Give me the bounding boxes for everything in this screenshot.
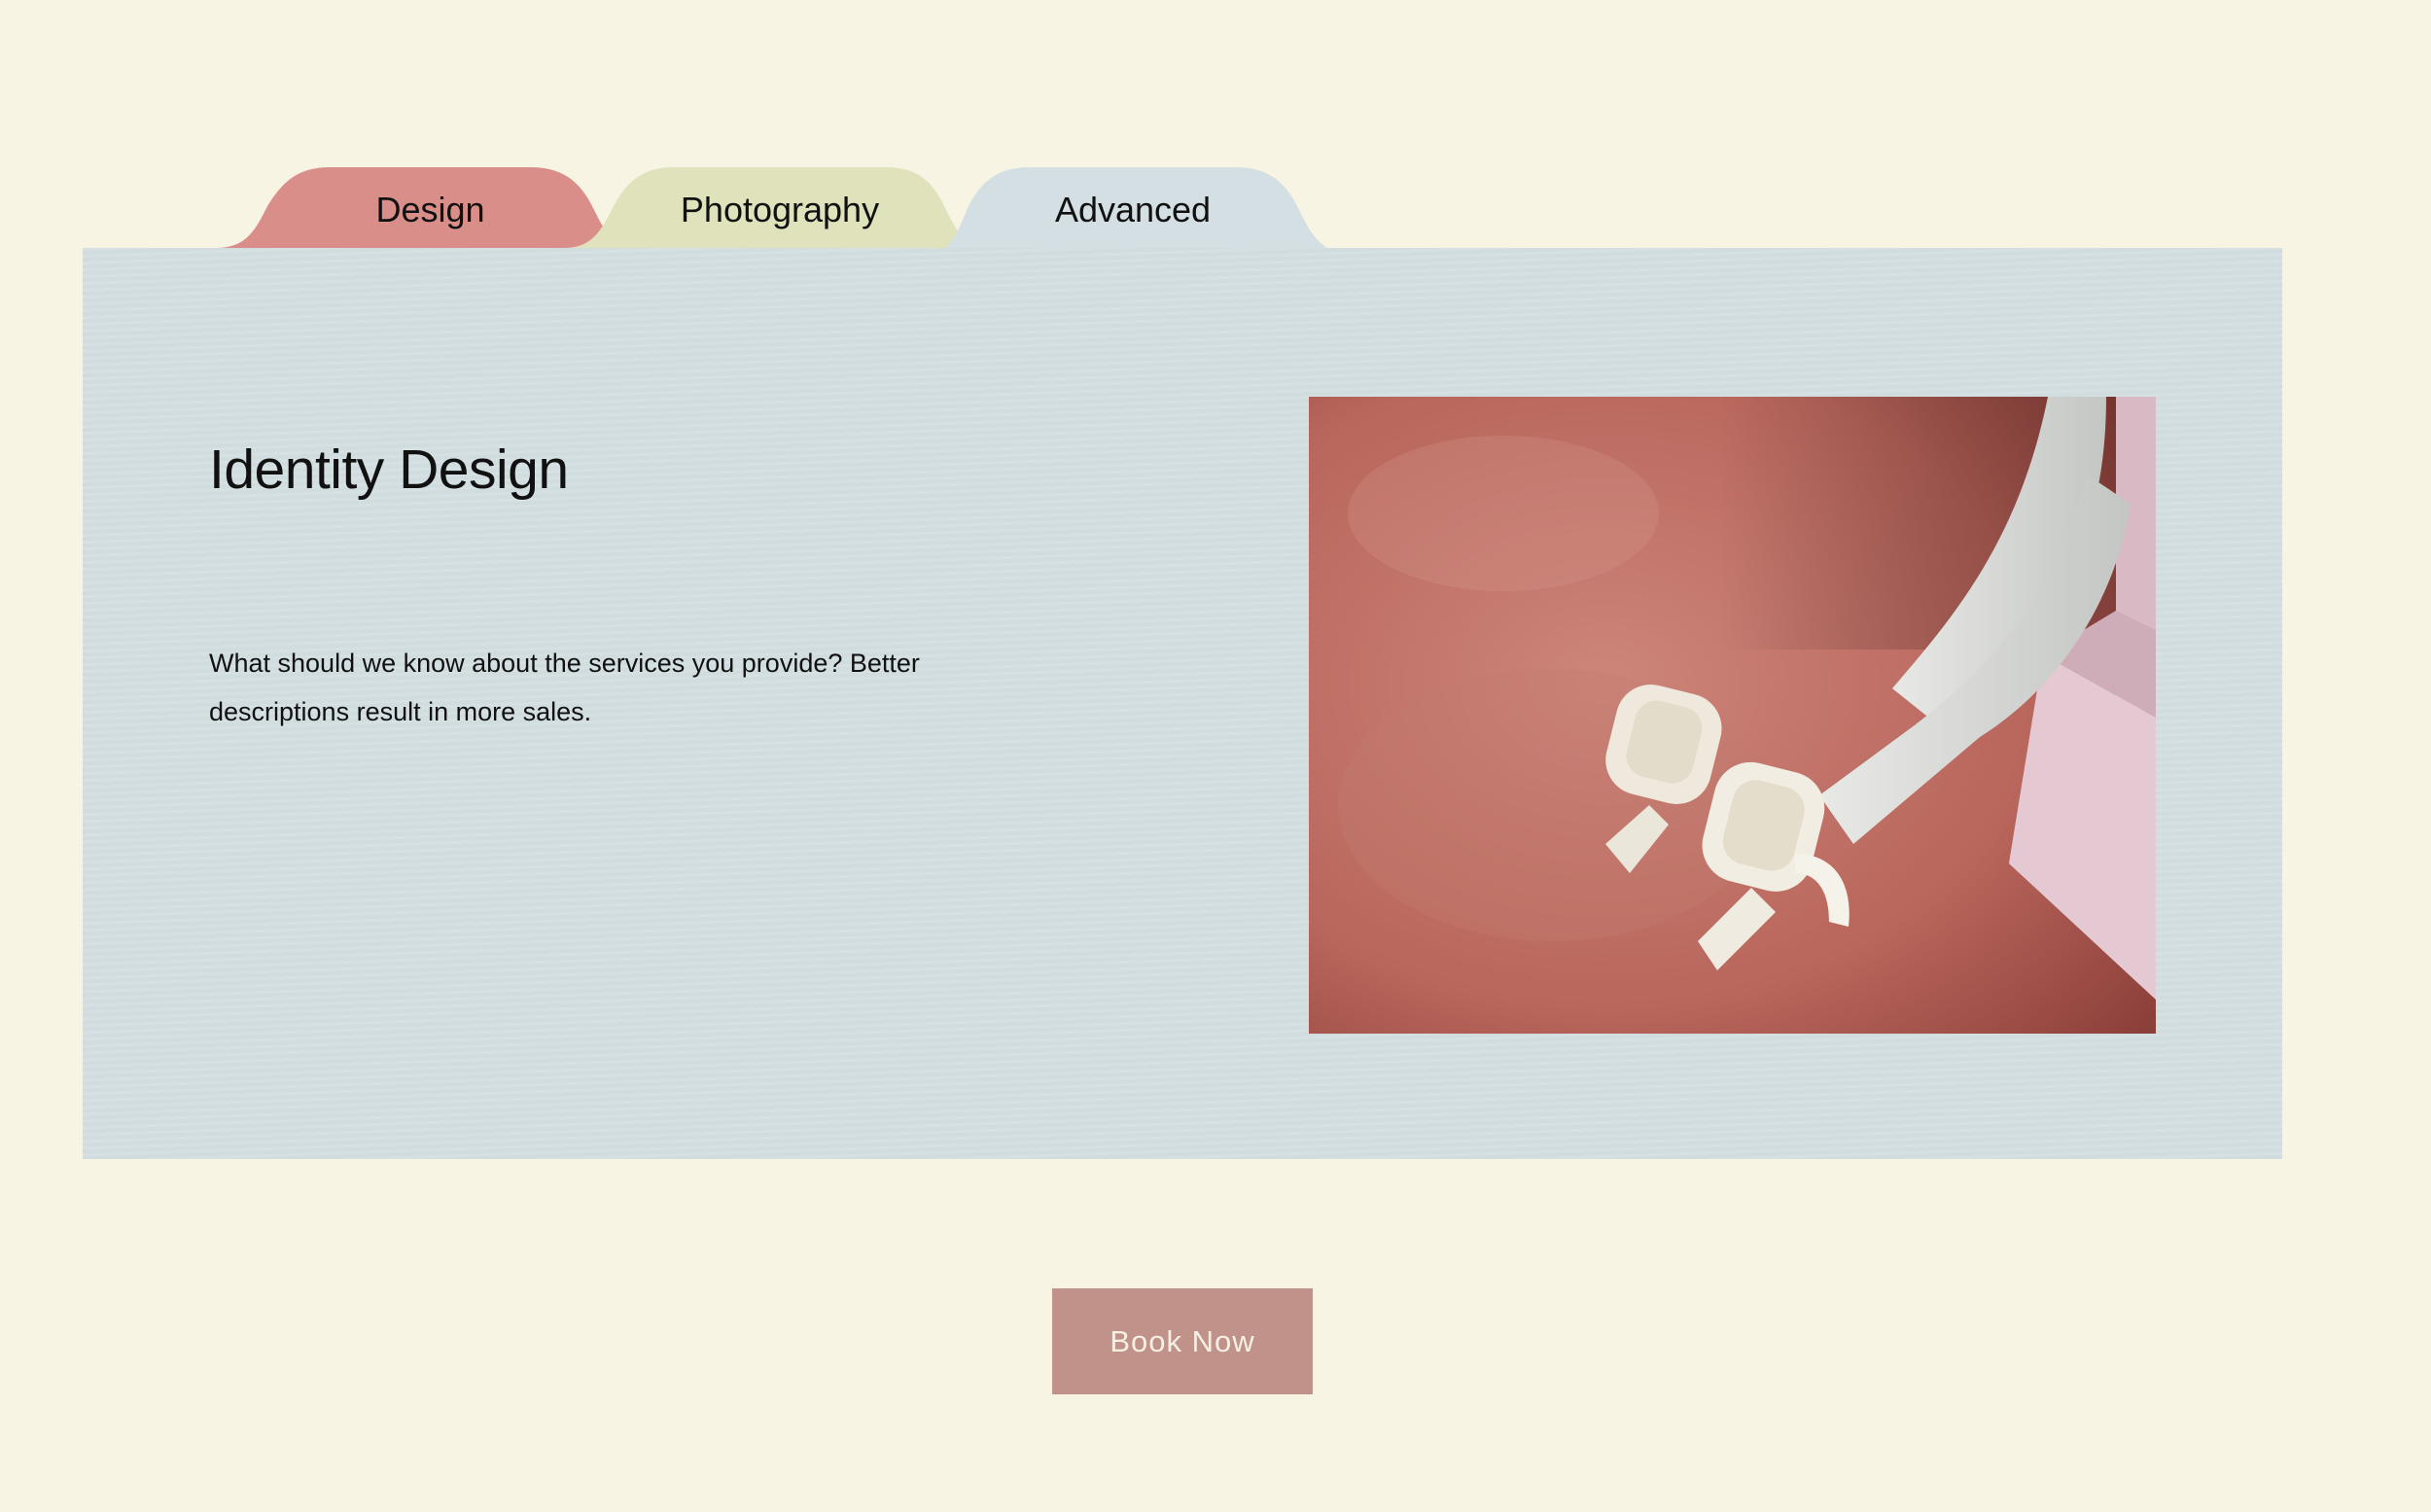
tab-panel: Identity Design What should we know abou… [83, 248, 2282, 1159]
photo-illustration [1309, 397, 2156, 1034]
tab-bar: Design Photography Advanced [0, 0, 2431, 253]
panel-title: Identity Design [209, 439, 569, 501]
tab-advanced[interactable]: Advanced [1031, 163, 1235, 257]
fashion-photo [1309, 397, 2156, 1034]
panel-description: What should we know about the services y… [209, 649, 920, 726]
book-now-button[interactable]: Book Now [1052, 1288, 1313, 1394]
tab-design[interactable]: Design [331, 163, 530, 257]
tab-photography[interactable]: Photography [675, 163, 885, 257]
